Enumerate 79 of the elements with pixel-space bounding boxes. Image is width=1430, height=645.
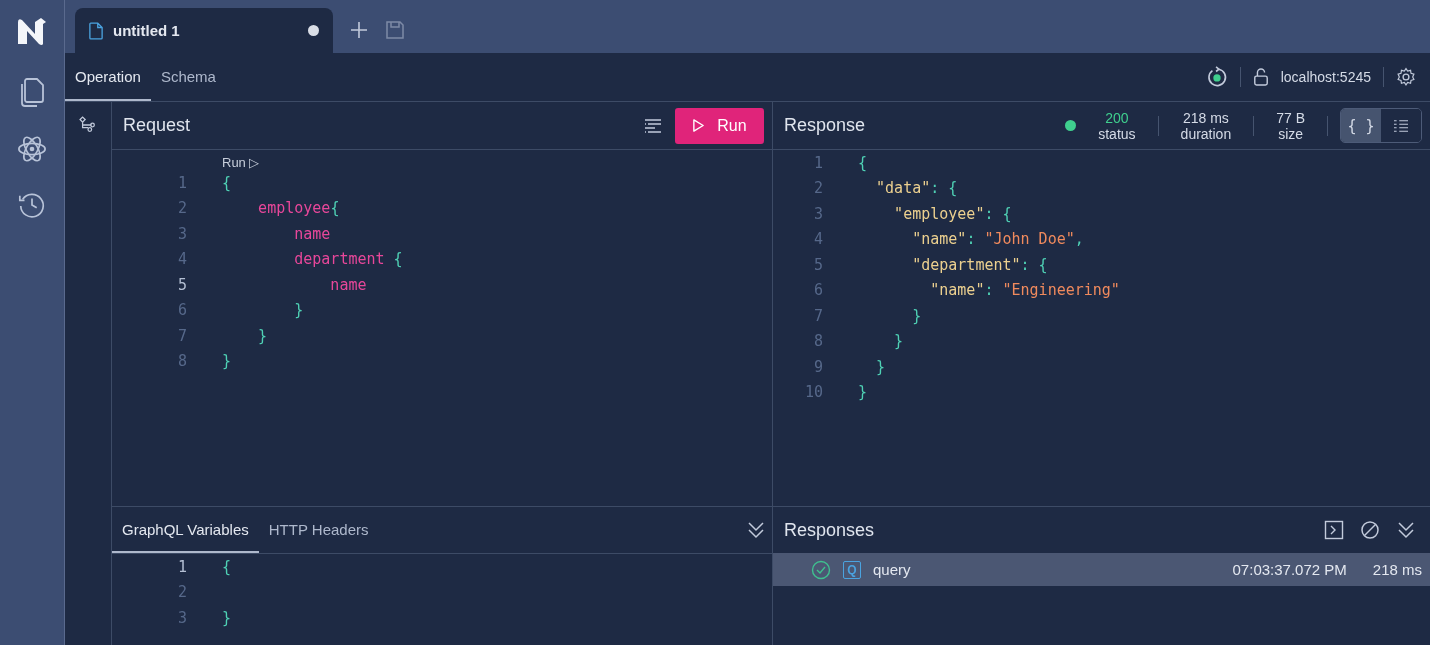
line-number: 2	[176, 199, 187, 218]
line-number: 8	[176, 352, 187, 371]
code-line: }	[911, 306, 922, 325]
line-number: 10	[803, 383, 823, 402]
line-number: 5	[812, 255, 823, 274]
line-number: 2	[176, 583, 187, 602]
terminal-icon[interactable]	[1324, 520, 1344, 540]
code-line: }	[222, 608, 232, 627]
size-label: size	[1278, 125, 1304, 142]
structure-icon[interactable]	[79, 116, 97, 134]
line-number: 6	[812, 281, 823, 300]
code-line: {	[858, 153, 868, 172]
code-line: }	[257, 326, 268, 345]
line-number: 1	[812, 153, 823, 172]
code-line: }	[293, 301, 304, 320]
code-line: "name": "Engineering"	[929, 281, 1120, 300]
json-view-button[interactable]: { }	[1341, 109, 1381, 142]
responses-title: Responses	[784, 519, 876, 541]
play-icon	[692, 119, 706, 132]
request-title: Request	[123, 115, 192, 136]
code-line: name	[329, 275, 367, 294]
code-line: "data": {	[875, 179, 958, 198]
code-line: {	[222, 557, 232, 576]
code-line: "department": {	[911, 255, 1048, 274]
clear-icon[interactable]	[1360, 520, 1380, 540]
line-number: 5	[176, 275, 187, 294]
line-number: 6	[176, 301, 187, 320]
code-line: employee{	[257, 199, 340, 218]
line-number: 1	[176, 557, 187, 576]
run-button[interactable]: Run	[675, 107, 764, 144]
response-history-row[interactable]: Q query 07:03:37.072 PM 218 ms	[773, 553, 1430, 586]
line-number: 3	[812, 204, 823, 223]
document-tab[interactable]: untitled 1	[75, 8, 333, 53]
line-number: 1	[176, 173, 187, 192]
line-number: 3	[176, 608, 187, 627]
operation-name: query	[873, 561, 912, 578]
settings-icon[interactable]	[1396, 67, 1416, 87]
line-number: 7	[812, 306, 823, 325]
panel-tab[interactable]: HTTP Headers	[258, 507, 379, 553]
checklist-icon	[1393, 118, 1409, 133]
endpoint-text[interactable]: localhost:5245	[1280, 69, 1371, 85]
duration-label: duration	[1180, 125, 1232, 142]
operation-tab[interactable]: Operation	[65, 53, 151, 101]
operation-tab[interactable]: Schema	[150, 53, 226, 101]
file-icon	[89, 21, 103, 40]
line-number: 4	[176, 250, 187, 269]
code-line: }	[893, 332, 904, 351]
line-number: 4	[812, 230, 823, 249]
line-number: 8	[812, 332, 823, 351]
atom-icon[interactable]	[17, 134, 47, 164]
status-label: status	[1098, 125, 1136, 142]
query-type-badge: Q	[843, 560, 861, 579]
code-line: "employee": {	[893, 204, 1012, 223]
panel-tab[interactable]: GraphQL Variables	[112, 507, 259, 553]
code-line: }	[222, 352, 232, 371]
line-number: 3	[176, 224, 187, 243]
timestamp: 07:03:37.072 PM	[1232, 561, 1347, 578]
line-number: 2	[812, 179, 823, 198]
code-line: "name": "John Doe",	[911, 230, 1084, 249]
documents-icon[interactable]	[18, 76, 46, 108]
duration-text: 218 ms	[1372, 561, 1422, 578]
response-title: Response	[784, 115, 867, 136]
unlocked-icon[interactable]	[1252, 68, 1269, 86]
line-number: 7	[176, 326, 187, 345]
plus-icon[interactable]	[349, 20, 369, 40]
tab-title: untitled 1	[113, 22, 181, 39]
duration-value: 218 ms	[1182, 109, 1229, 126]
run-codelens-link[interactable]: Run ▷	[222, 155, 260, 170]
code-line: }	[875, 357, 886, 376]
status-code: 200	[1105, 109, 1129, 126]
code-line: {	[222, 173, 232, 192]
line-number: 9	[812, 357, 823, 376]
code-line: name	[293, 224, 331, 243]
code-line: department {	[293, 250, 403, 269]
collapse-icon[interactable]	[1396, 520, 1416, 540]
code-line: }	[858, 383, 868, 402]
collapse-icon[interactable]	[746, 520, 766, 540]
refresh-icon[interactable]	[1205, 66, 1228, 88]
size-value: 77 B	[1276, 109, 1305, 126]
